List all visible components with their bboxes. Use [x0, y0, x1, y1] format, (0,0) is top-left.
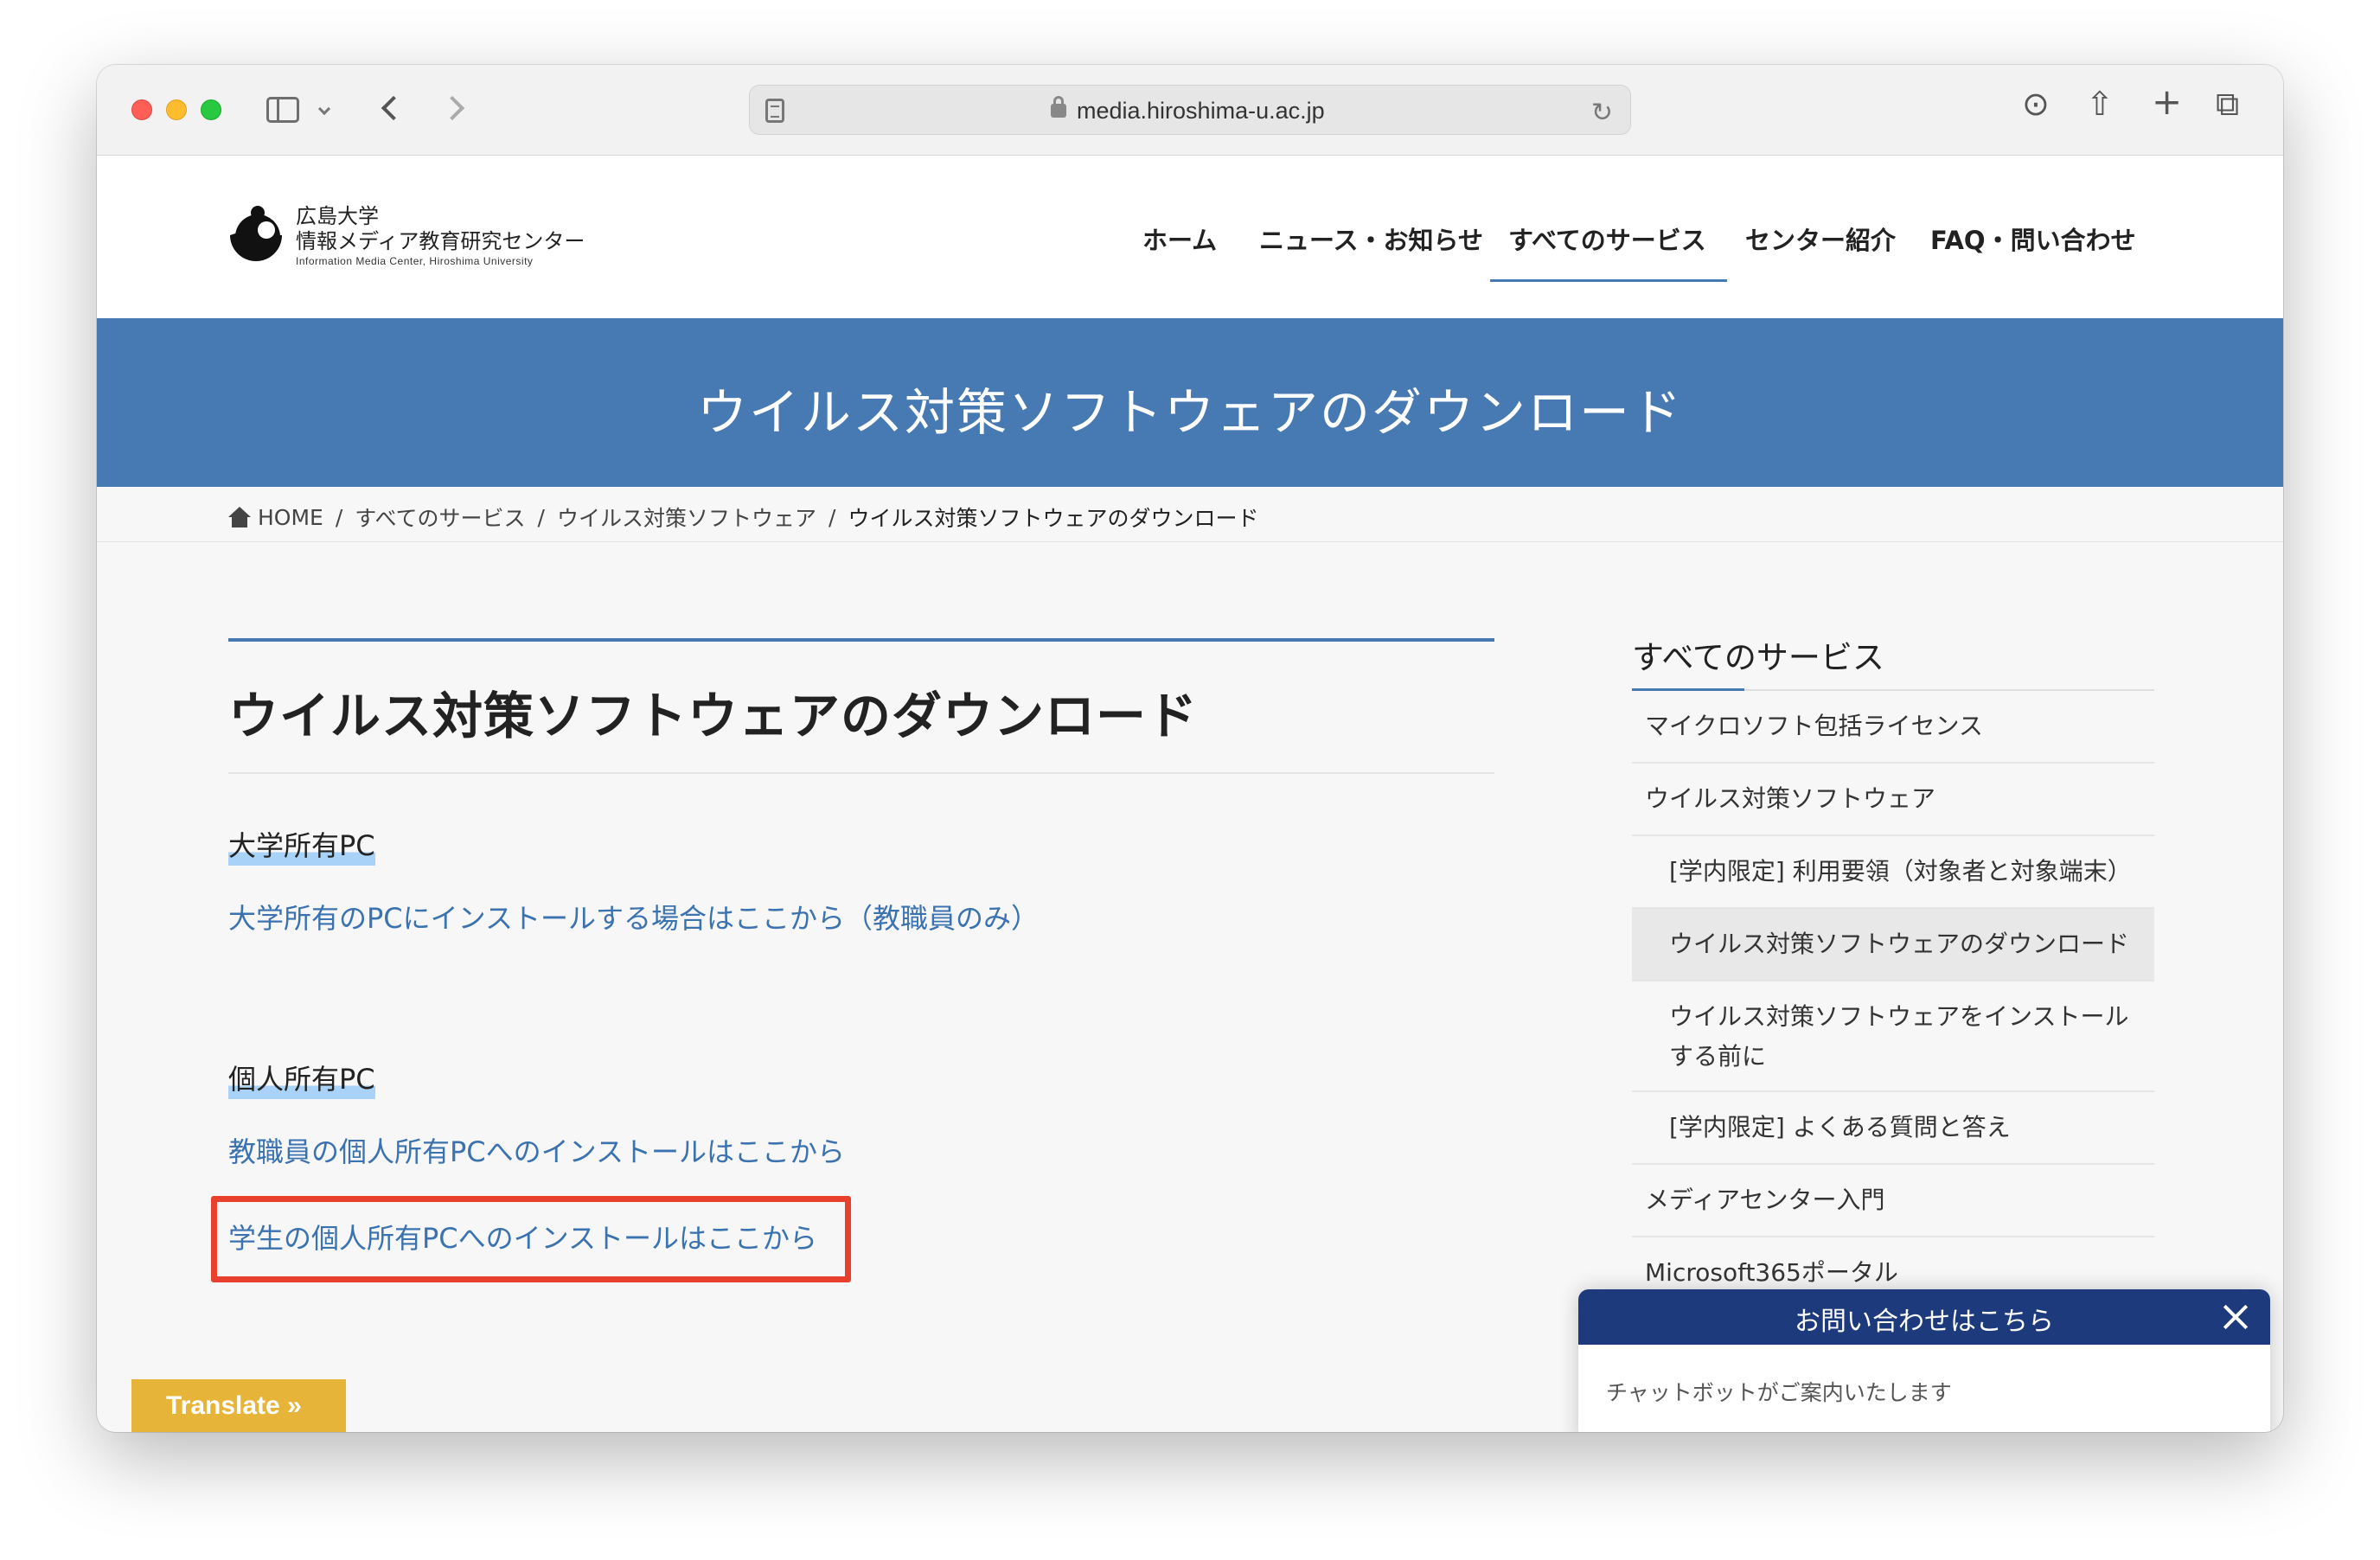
close-window-button[interactable] [131, 99, 152, 120]
translate-button[interactable]: Translate » [131, 1379, 346, 1432]
nav-home[interactable]: ホーム [1142, 221, 1217, 257]
download-icon[interactable]: ⊙ [2022, 87, 2050, 120]
lock-icon [1051, 96, 1066, 118]
sidebar-item-media-center-intro[interactable]: メディアセンター入門 [1632, 1165, 2154, 1237]
logo-title-line2[interactable]: 情報メディア教育研究センター [296, 224, 585, 254]
logo-title-line3[interactable]: Information Media Center, Hiroshima Univ… [296, 255, 533, 267]
breadcrumb-bar: HOME / すべてのサービス / ウイルス対策ソフトウェア / ウイルス対策ソ… [97, 487, 2283, 542]
sidebar-item-usage-guide[interactable]: [学内限定] 利用要領（対象者と対象端末） [1632, 836, 2154, 909]
title-divider [228, 772, 1494, 774]
sidebar-item-label: [学内限定] よくある質問と答え [1669, 1113, 2011, 1141]
link-staff-personal-pc-install[interactable]: 教職員の個人所有PCへのインストールはここから [228, 1130, 845, 1170]
chat-header[interactable]: お問い合わせはこちら [1578, 1289, 2270, 1345]
section-heading-university-pc: 大学所有PC [228, 824, 375, 866]
highlight-box [211, 1196, 851, 1282]
chat-widget: お問い合わせはこちら チャットボットがご案内いたします [1578, 1289, 2270, 1432]
nav-center-intro[interactable]: センター紹介 [1745, 221, 1896, 257]
new-tab-icon[interactable]: + [2152, 84, 2182, 120]
content-top-rule [228, 638, 1494, 642]
sidebar-item-label: Microsoft365ポータル [1645, 1258, 1898, 1287]
link-university-pc-install[interactable]: 大学所有のPCにインストールする場合はここから（教職員のみ） [228, 897, 1039, 937]
page-menu-icon[interactable] [765, 99, 784, 123]
forward-icon[interactable] [439, 95, 465, 121]
sidebar-item-label: [学内限定] 利用要領（対象者と対象端末） [1669, 857, 2132, 885]
section-heading-personal-pc: 個人所有PC [228, 1058, 375, 1099]
sidebar-item-label: メディアセンター入門 [1645, 1186, 1885, 1214]
breadcrumb-home[interactable]: HOME [258, 505, 323, 530]
sidebar-item-before-install[interactable]: ウイルス対策ソフトウェアをインストール する前に [1632, 981, 2154, 1092]
sidebar-item-label: マイクロソフト包括ライセンス [1645, 712, 1983, 740]
share-icon[interactable]: ⇧ [2086, 87, 2114, 120]
sidebar-item-antivirus[interactable]: ウイルス対策ソフトウェア [1632, 764, 2154, 836]
page-banner: ウイルス対策ソフトウェアのダウンロード [97, 318, 2283, 487]
breadcrumb-current: ウイルス対策ソフトウェアのダウンロード [848, 506, 1259, 531]
address-bar[interactable]: media.hiroshima-u.ac.jp ↻ [749, 85, 1631, 135]
chat-message: チャットボットがご案内いたします [1606, 1380, 1952, 1405]
url-text[interactable]: media.hiroshima-u.ac.jp [1077, 98, 1325, 125]
sidebar-item-label: ウイルス対策ソフトウェアのダウンロード [1669, 930, 2130, 958]
home-icon[interactable] [228, 507, 251, 527]
tab-overview-icon[interactable]: ⧉ [2216, 87, 2239, 120]
sidebar-title: すべてのサービス [1632, 639, 1884, 676]
active-nav-indicator [1490, 279, 1727, 282]
minimize-window-button[interactable] [166, 99, 187, 120]
chat-title: お問い合わせはこちら [1795, 1307, 2054, 1337]
sidebar-item-download[interactable]: ウイルス対策ソフトウェアのダウンロード [1632, 909, 2154, 981]
browser-toolbar: media.hiroshima-u.ac.jp ↻ ⊙ ⇧ + ⧉ [97, 65, 2283, 156]
breadcrumb-separator: / [829, 504, 836, 530]
nav-faq[interactable]: FAQ・問い合わせ [1930, 221, 2136, 257]
breadcrumb-separator: / [335, 504, 343, 530]
breadcrumb: HOME / すべてのサービス / ウイルス対策ソフトウェア / ウイルス対策ソ… [228, 502, 1258, 533]
sidebar-toggle-icon[interactable] [266, 97, 299, 123]
zoom-window-button[interactable] [201, 99, 221, 120]
breadcrumb-separator: / [537, 504, 545, 530]
sidebar-item-label: ウイルス対策ソフトウェア [1645, 784, 1936, 813]
banner-title: ウイルス対策ソフトウェアのダウンロード [696, 383, 1683, 442]
chevron-down-icon[interactable] [317, 102, 331, 116]
sidebar-item-label: ウイルス対策ソフトウェアをインストール [1669, 1002, 2129, 1031]
site-header: 広島大学 情報メディア教育研究センター Information Media Ce… [97, 156, 2283, 318]
university-logo-icon[interactable] [228, 206, 284, 261]
nav-news[interactable]: ニュース・お知らせ [1259, 221, 1483, 257]
breadcrumb-all-services[interactable]: すべてのサービス [355, 502, 525, 533]
page-title: ウイルス対策ソフトウェアのダウンロード [228, 687, 1199, 745]
reload-icon[interactable]: ↻ [1591, 98, 1613, 128]
back-icon[interactable] [381, 95, 406, 121]
sidebar-item-label: する前に [1669, 1042, 1767, 1071]
browser-window: media.hiroshima-u.ac.jp ↻ ⊙ ⇧ + ⧉ 広島大学 情… [97, 65, 2283, 1432]
sidebar-item-faq[interactable]: [学内限定] よくある質問と答え [1632, 1092, 2154, 1165]
sidebar-item-ms-license[interactable]: マイクロソフト包括ライセンス [1632, 691, 2154, 764]
breadcrumb-antivirus[interactable]: ウイルス対策ソフトウェア [557, 502, 816, 533]
nav-all-services[interactable]: すべてのサービス [1508, 221, 1706, 257]
close-icon[interactable] [2220, 1301, 2251, 1333]
